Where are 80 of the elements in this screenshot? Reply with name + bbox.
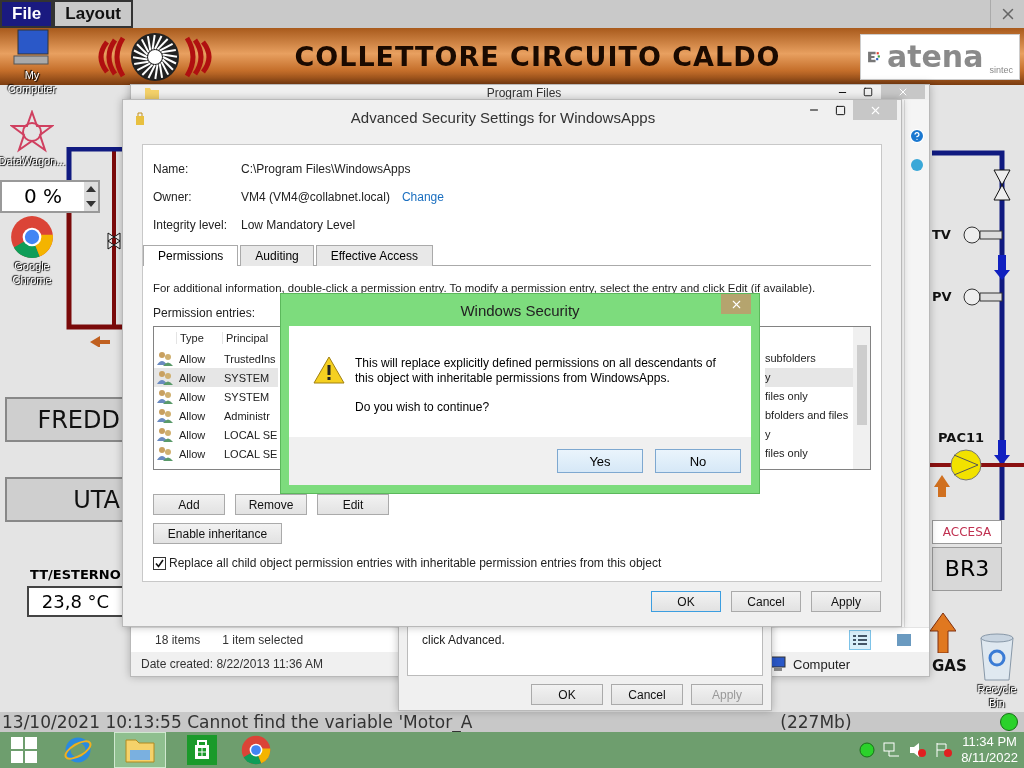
type-cell-text: Allow: [178, 390, 207, 403]
principal-cell-text: LOCAL SE: [223, 447, 278, 460]
permission-entry[interactable]: Allow SYSTEM: [154, 368, 278, 387]
desktop-shortcut[interactable]: Recycle Bin: [970, 632, 1024, 710]
dialog-button[interactable]: Cancel: [731, 591, 801, 612]
entry-button[interactable]: Add: [153, 494, 225, 515]
dialog-question: Do you wish to continue?: [355, 400, 491, 415]
column-header[interactable]: Principal: [222, 332, 269, 344]
entry-button[interactable]: Remove: [235, 494, 307, 515]
field-value: C:\Program Files\WindowsApps: [241, 162, 411, 176]
entry-button[interactable]: Edit: [317, 494, 389, 515]
applies-cell-text: y: [765, 427, 772, 442]
date-created: Date created: 8/22/2013 11:36 AM: [141, 657, 323, 671]
memory-usage: (227Mb): [780, 712, 852, 732]
type-cell-text: Allow: [178, 409, 207, 422]
permission-entry[interactable]: Allow LOCAL SE: [154, 425, 278, 444]
dialog-button[interactable]: No: [655, 449, 741, 473]
applies-cell-text: subfolders: [765, 351, 817, 366]
field-label: Owner:: [153, 190, 193, 204]
column-header[interactable]: Type: [176, 332, 222, 344]
field-label: Name:: [153, 162, 190, 176]
desktop-shortcut[interactable]: Google Chrome: [0, 215, 64, 287]
principal-cell-text: SYSTEM: [223, 390, 270, 403]
applies-cell-text: files only: [765, 389, 809, 404]
field-value: VM4 (VM4@collabnet.local): [241, 190, 390, 204]
log-message: 13/10/2021 10:13:55 Cannot find the variable 'Motor_A: [2, 712, 473, 732]
temperature-value: 23,8 °C: [27, 586, 122, 617]
dialog-button[interactable]: Apply: [811, 591, 881, 612]
change-link[interactable]: Change: [401, 190, 444, 204]
inheritance-button[interactable]: Enable inheritance: [153, 523, 282, 544]
dialog-message: This will replace explicitly defined permissions on all descendants of this object with inheritable permissions from WindowsApps.: [355, 356, 717, 386]
item-count: 18 items: [155, 633, 201, 647]
burner-status: ACCESA: [932, 520, 1002, 544]
plant-title: COLLETTORE CIRCUITO CALDO: [293, 41, 782, 72]
tab[interactable]: Effective Access: [315, 245, 433, 266]
type-cell-text: Allow: [178, 352, 207, 365]
menu-item[interactable]: Layout: [53, 0, 134, 28]
instrument-label: PV: [932, 289, 952, 304]
desktop-shortcut[interactable]: My Computer: [0, 28, 64, 96]
checkbox-label: Replace all child object permission entries with inheritable permission entries from this object: [169, 556, 662, 570]
applies-cell-text: files only: [765, 446, 809, 461]
permission-entry[interactable]: Allow TrustedIns: [154, 349, 278, 368]
tab[interactable]: Auditing: [240, 245, 314, 266]
tab[interactable]: Permissions: [143, 245, 239, 266]
principal-cell-text: TrustedIns: [223, 352, 276, 365]
dialog-title: Windows Security: [459, 301, 581, 319]
hint-text: click Advanced.: [422, 633, 505, 647]
permission-entry[interactable]: Allow SYSTEM: [154, 387, 278, 406]
principal-cell-text: LOCAL SE: [223, 428, 278, 441]
selection-count: 1 item selected: [222, 633, 304, 647]
plant-button[interactable]: UTA: [5, 477, 122, 522]
nav-item[interactable]: Computer: [769, 656, 919, 672]
instrument-label: TV: [932, 227, 951, 242]
info-text: For additional information, double-click a permission entry. To modify a permission entry, select the entry and click Edit (if available).: [153, 282, 816, 294]
fuel-label: GAS: [932, 657, 967, 675]
plant-button[interactable]: FREDD: [5, 397, 122, 442]
dialog-button[interactable]: Yes: [557, 449, 643, 473]
applies-cell: y: [765, 368, 853, 387]
permission-entry[interactable]: Allow LOCAL SE: [154, 444, 278, 463]
type-cell-text: Allow: [178, 447, 207, 460]
dialog-button[interactable]: Cancel: [611, 684, 683, 705]
burner-name: BR3: [932, 547, 1002, 591]
window-title: Program Files: [485, 85, 563, 100]
applies-cell-text: bfolders and files: [765, 408, 850, 423]
dialog-button[interactable]: OK: [651, 591, 721, 612]
sensor-label: TT/ESTERNO: [30, 567, 121, 582]
menu-item[interactable]: File: [0, 0, 54, 28]
dialog-button[interactable]: OK: [531, 684, 603, 705]
pump-label: PAC11: [938, 430, 985, 445]
desktop-shortcut[interactable]: DataWagon...: [0, 110, 64, 168]
permission-entry[interactable]: Allow Administr: [154, 406, 278, 425]
principal-cell-text: Administr: [223, 409, 270, 422]
window-title: Advanced Security Settings for WindowsApps: [349, 109, 657, 126]
section-label: Permission entries:: [153, 306, 256, 320]
principal-cell-text: SYSTEM: [223, 371, 270, 384]
percent-spinner[interactable]: 0 %: [0, 180, 100, 213]
field-label: Integrity level:: [153, 218, 229, 232]
type-cell-text: Allow: [178, 428, 207, 441]
type-cell-text: Allow: [178, 371, 207, 384]
field-value: Low Mandatory Level: [241, 218, 356, 232]
